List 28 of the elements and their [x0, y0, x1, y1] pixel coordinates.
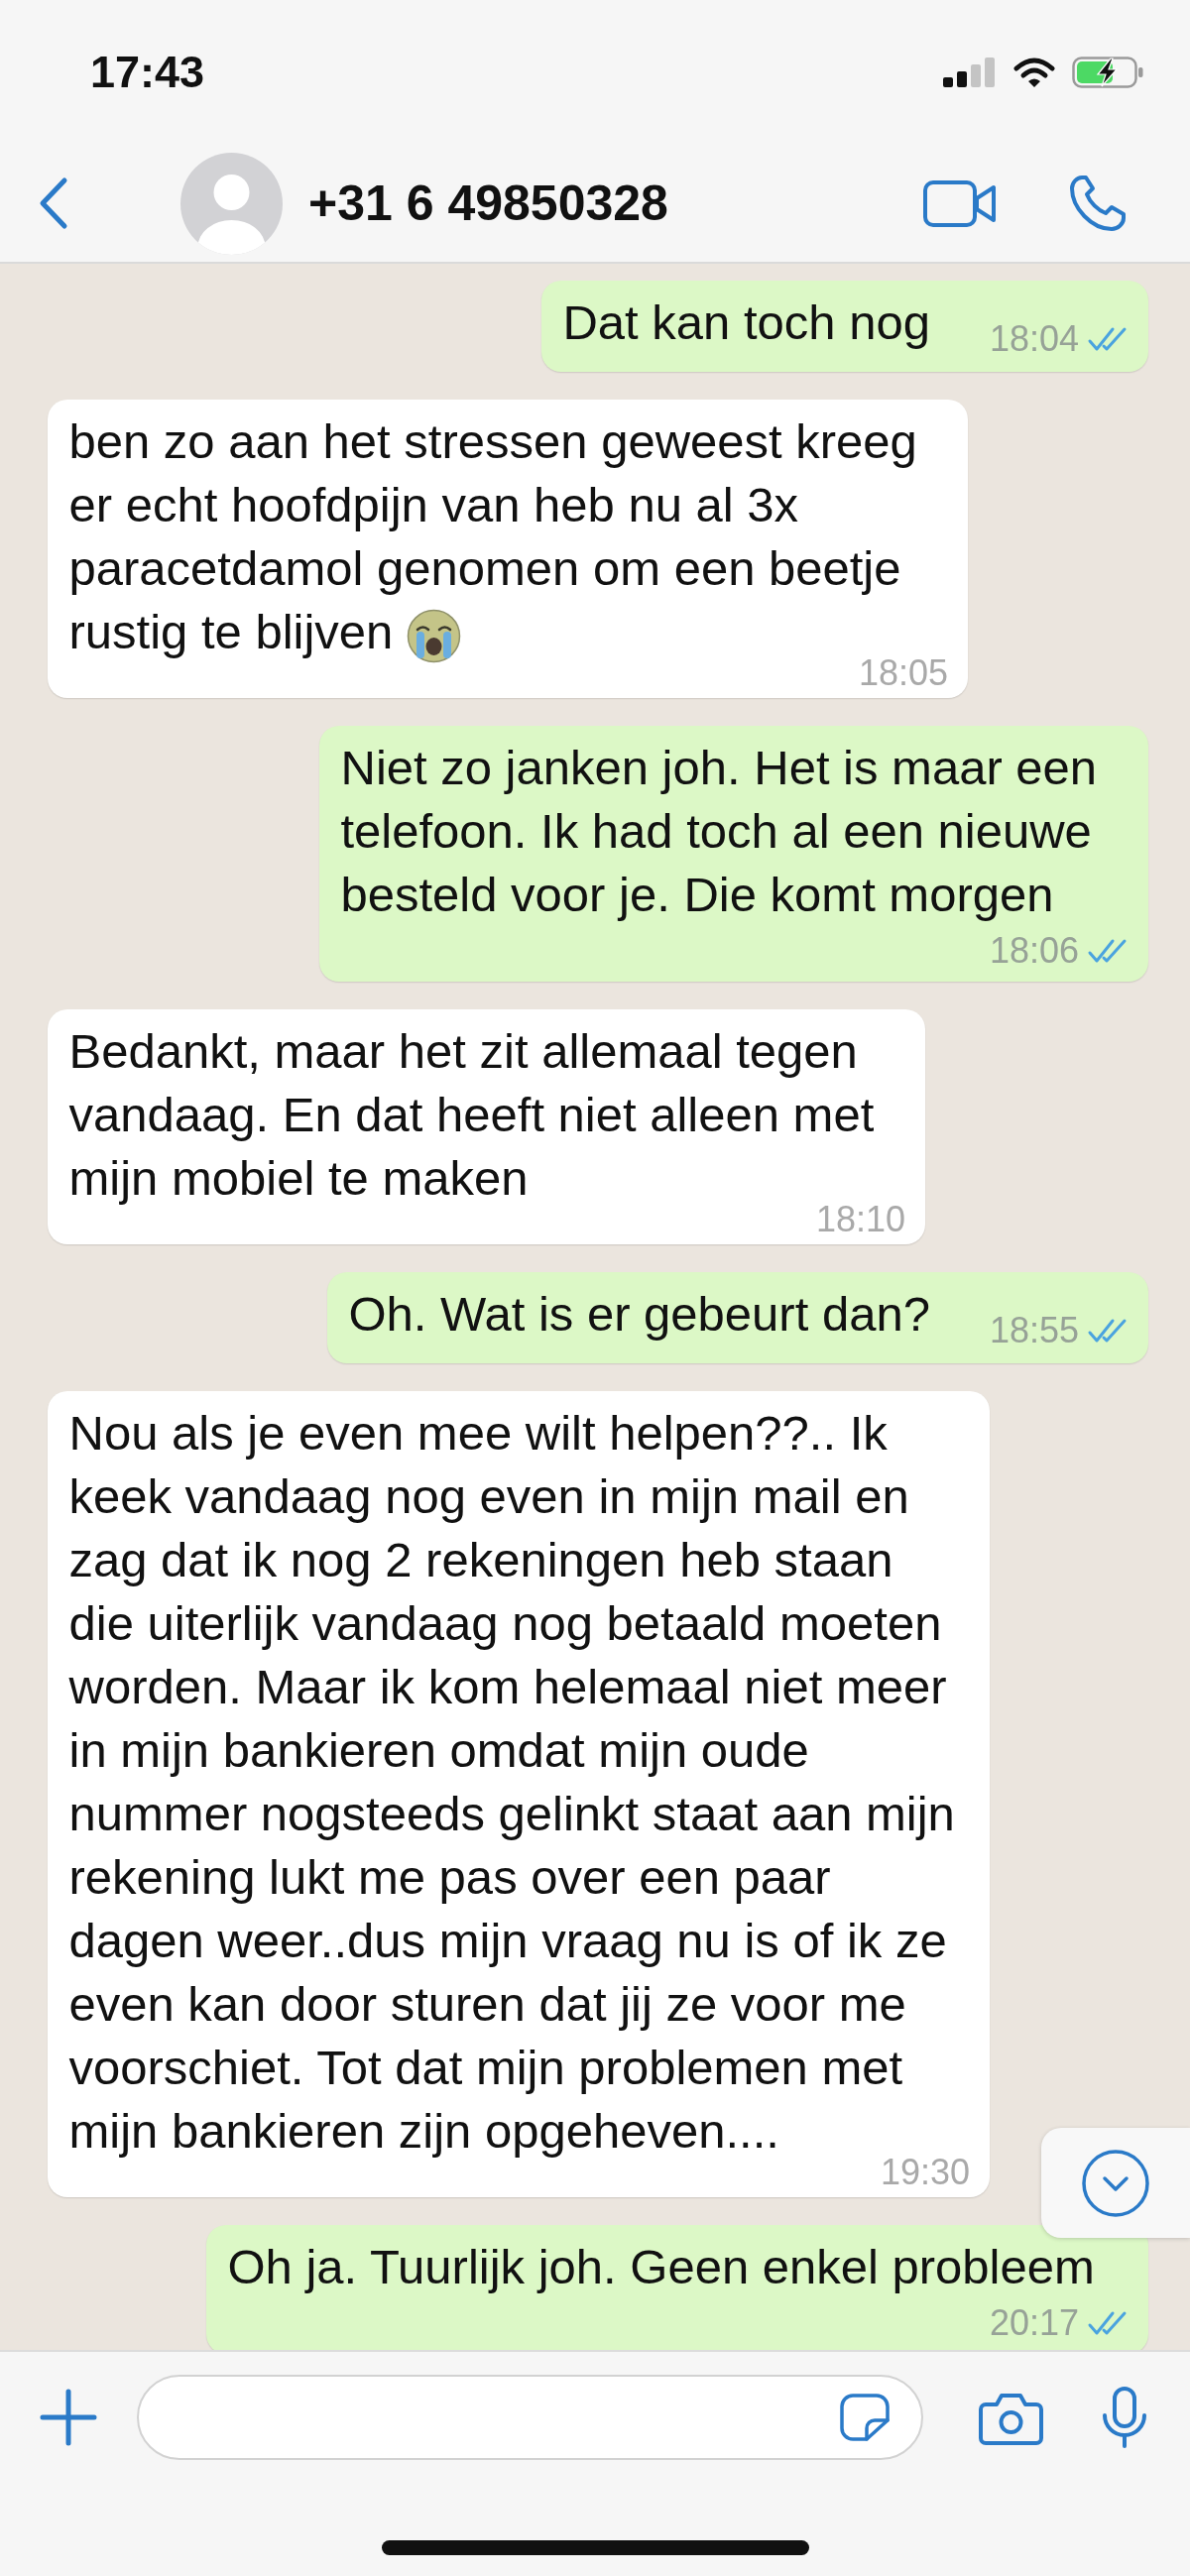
microphone-icon[interactable] — [1101, 2386, 1148, 2449]
message-time: 18:06 — [989, 938, 1079, 964]
message-text: Bedankt, maar het zit allemaal tegen vandaag. En dat heeft niet alleen met mijn mobiel te maken — [68, 1024, 875, 1205]
message-text: Oh. Wat is er gebeurt dan? — [348, 1287, 930, 1341]
message-text: Dat kan toch nog — [562, 295, 930, 349]
message-text: ben zo aan het stressen geweest kreeg er echt hoofdpijn van heb nu al 3x paracetdamol genomen om een beetje rustig te blijven — [68, 414, 917, 658]
sticker-icon[interactable] — [839, 2393, 891, 2442]
message-text: Oh ja. Tuurlijk joh. Geen enkel probleem — [227, 2240, 1095, 2293]
message-time: 18:55 — [989, 1318, 1079, 1344]
message-time: 20:17 — [989, 2310, 1079, 2336]
video-camera-icon[interactable] — [923, 179, 996, 227]
battery-charging-icon — [1072, 57, 1144, 88]
avatar-icon — [180, 152, 283, 255]
scroll-down-button[interactable] — [1041, 2128, 1190, 2238]
message-time: 19:30 — [880, 2160, 970, 2185]
message-time: 18:05 — [858, 660, 948, 686]
message-time: 18:04 — [989, 326, 1079, 352]
chevron-down-circle-icon[interactable] — [1081, 2148, 1150, 2218]
message-time: 18:10 — [815, 1207, 905, 1232]
contact-number: +31 6 49850328 — [308, 175, 668, 233]
chevron-left-icon[interactable] — [38, 176, 68, 230]
status-time: 17:43 — [90, 48, 205, 97]
wifi-icon — [1012, 57, 1056, 88]
phone-icon[interactable] — [1068, 175, 1128, 232]
signal-icon — [943, 58, 996, 87]
plus-icon[interactable] — [40, 2389, 97, 2446]
message-text: Niet zo janken joh. Het is maar een telefoon. Ik had toch al een nieuwe besteld voor je. Die komt morgen — [340, 741, 1098, 921]
message-text: Nou als je even mee wilt helpen??.. Ik keek vandaag nog even in mijn mail en zag dat ik nog 2 rekeningen heb staan die uiterlijk vandaag nog betaald moeten worden. Maar ik kom helemaal niet meer in mijn bankieren omdat mijn oude nummer nogsteeds gelinkt staat aan mijn rekening lukt me pas over een paar dagen weer..dus mijn vraag nu is of ik ze even kan door sturen dat jij ze voor me voorschiet. Tot dat mijn problemen met mijn bankieren zijn opgeheven.... — [68, 1406, 955, 2158]
